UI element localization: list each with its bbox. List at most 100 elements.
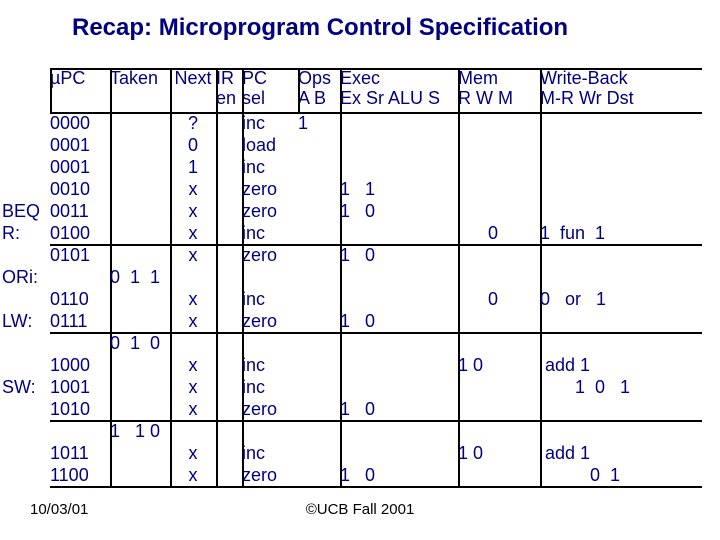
cell <box>50 266 110 288</box>
hdr-wb-l2: M-R Wr Dst <box>540 88 634 108</box>
cell <box>540 420 702 442</box>
hdr-mem: MemR W M <box>458 68 540 112</box>
row-label: BEQ <box>2 201 40 222</box>
hdr-wb-l1: Write-Back <box>540 68 628 88</box>
row-label: R: <box>2 223 20 244</box>
cell <box>216 244 242 266</box>
hdr-ir: IRen <box>216 68 242 112</box>
cell: 0010 <box>50 178 110 200</box>
cell <box>216 134 242 156</box>
cell: 0111 <box>50 310 110 332</box>
table-row: 0101xzero1 0 <box>50 244 702 266</box>
hdr-taken: Taken <box>110 68 170 112</box>
cell <box>340 266 458 288</box>
cell <box>340 442 458 464</box>
cell: 0101 <box>50 244 110 266</box>
hdr-pc: PCsel <box>242 68 298 112</box>
table-row: 00011inc <box>50 156 702 178</box>
cell <box>110 354 170 376</box>
cell: 1 fun 1 <box>540 222 702 244</box>
cell <box>50 420 110 442</box>
cell: x <box>170 288 216 310</box>
cell: 0100 <box>50 222 110 244</box>
cell <box>340 134 458 156</box>
rule-top <box>50 68 702 70</box>
hdr-pc-l1: PC <box>242 68 267 88</box>
cell: 1 <box>170 156 216 178</box>
cell: 1 0 <box>340 244 458 266</box>
cell <box>216 178 242 200</box>
cell <box>340 376 458 398</box>
cell <box>540 112 702 134</box>
cell <box>298 222 340 244</box>
cell <box>216 156 242 178</box>
cell <box>340 112 458 134</box>
footer-date: 10/03/01 <box>30 501 88 518</box>
cell: inc <box>242 442 298 464</box>
cell <box>458 244 540 266</box>
cell: x <box>170 442 216 464</box>
cell: zero <box>242 200 298 222</box>
cell: x <box>170 464 216 486</box>
cell: x <box>170 354 216 376</box>
cell <box>110 398 170 420</box>
cell <box>216 222 242 244</box>
cell <box>110 222 170 244</box>
cell <box>216 420 242 442</box>
cell <box>298 134 340 156</box>
cell: 1 0 <box>340 398 458 420</box>
cell: 0001 <box>50 134 110 156</box>
cell: 1000 <box>50 354 110 376</box>
hdr-mem-l2: R W M <box>458 88 513 108</box>
cell <box>298 266 340 288</box>
cell <box>298 178 340 200</box>
cell: zero <box>242 178 298 200</box>
hdr-upc-l1: µPC <box>50 68 85 88</box>
cell <box>340 288 458 310</box>
cell <box>110 134 170 156</box>
cell: 1 0 <box>458 354 540 376</box>
row-label: ORi: <box>2 267 38 288</box>
cell: 0 1 <box>540 464 702 486</box>
cell: inc <box>242 112 298 134</box>
hdr-next-l1: Next <box>174 68 211 88</box>
row-label: LW: <box>2 311 32 332</box>
cell <box>298 200 340 222</box>
footer-copyright: ©UCB Fall 2001 <box>306 501 415 518</box>
hdr-exec-l2: Ex Sr ALU S <box>340 88 440 108</box>
cell: 1100 <box>50 464 110 486</box>
hdr-next: Next <box>170 68 216 112</box>
hdr-ops: OpsA B <box>298 68 340 112</box>
table-row: 1010xzero1 0 <box>50 398 702 420</box>
cell <box>340 354 458 376</box>
cell: 1001 <box>50 376 110 398</box>
cell: 1011 <box>50 442 110 464</box>
cell <box>298 310 340 332</box>
cell <box>216 288 242 310</box>
cell: 0001 <box>50 156 110 178</box>
cell: 1 0 1 <box>540 376 702 398</box>
cell <box>458 420 540 442</box>
table-row: ORi:0 1 1 <box>50 266 702 288</box>
cell <box>540 200 702 222</box>
hdr-pc-l2: sel <box>242 88 265 108</box>
table-row: LW:0111xzero1 0 <box>50 310 702 332</box>
cell <box>170 420 216 442</box>
cell: 0 <box>458 288 540 310</box>
cell <box>340 420 458 442</box>
cell <box>216 398 242 420</box>
cell <box>540 156 702 178</box>
cell <box>110 156 170 178</box>
cell: inc <box>242 376 298 398</box>
slide-title: Recap: Microprogram Control Specificatio… <box>72 14 568 42</box>
table-row: 1011xinc1 0 add 1 <box>50 442 702 464</box>
cell: x <box>170 398 216 420</box>
cell <box>298 420 340 442</box>
hdr-ops-l2: A B <box>298 88 326 108</box>
cell <box>298 288 340 310</box>
cell <box>216 354 242 376</box>
cell <box>540 332 702 354</box>
cell: load <box>242 134 298 156</box>
cell <box>540 310 702 332</box>
table-row: 1100xzero1 0 0 1 <box>50 464 702 486</box>
